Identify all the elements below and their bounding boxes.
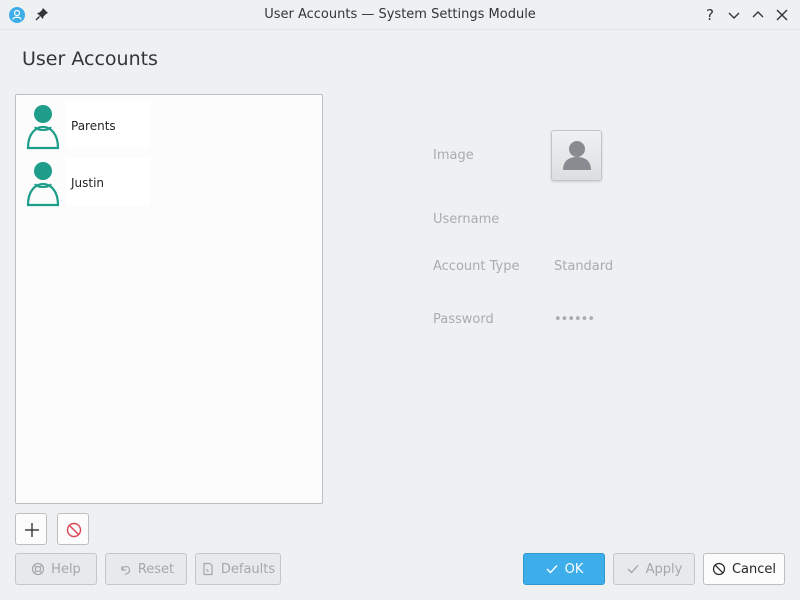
user-avatar-icon bbox=[26, 105, 60, 150]
defaults-button[interactable]: Defaults bbox=[195, 553, 281, 585]
help-button[interactable]: Help bbox=[15, 553, 97, 585]
checkmark-icon bbox=[627, 565, 639, 574]
reset-button-label: Reset bbox=[137, 561, 175, 577]
maximize-button[interactable] bbox=[748, 5, 768, 25]
username-label: Username bbox=[433, 212, 500, 227]
ok-button-label: OK bbox=[564, 561, 584, 577]
password-value[interactable]: •••••• bbox=[554, 312, 595, 327]
minimize-button[interactable] bbox=[724, 5, 744, 25]
user-avatar-icon bbox=[26, 162, 60, 207]
cancel-icon bbox=[712, 562, 726, 576]
window-title: User Accounts — System Settings Module bbox=[264, 7, 536, 22]
document-revert-icon bbox=[203, 562, 213, 576]
undo-icon bbox=[121, 565, 130, 575]
user-item-justin[interactable]: Justin bbox=[26, 158, 156, 208]
ok-button[interactable]: OK bbox=[523, 553, 605, 585]
account-type-label: Account Type bbox=[433, 259, 520, 274]
close-icon bbox=[776, 9, 788, 21]
page-title: User Accounts bbox=[22, 48, 158, 70]
change-image-button[interactable] bbox=[551, 130, 602, 181]
remove-user-button[interactable] bbox=[57, 513, 89, 545]
help-button-label: Help bbox=[51, 561, 81, 577]
cancel-button-label: Cancel bbox=[731, 561, 777, 577]
lifebuoy-icon bbox=[32, 562, 45, 576]
checkmark-icon bbox=[546, 565, 558, 574]
defaults-button-label: Defaults bbox=[220, 561, 276, 577]
title-bar: User Accounts — System Settings Module ? bbox=[0, 0, 800, 30]
image-label: Image bbox=[433, 148, 474, 163]
chevron-up-icon bbox=[752, 11, 764, 18]
account-type-value[interactable]: Standard bbox=[554, 259, 613, 274]
help-icon[interactable]: ? bbox=[700, 5, 720, 25]
apply-button-label: Apply bbox=[645, 561, 683, 577]
chevron-down-icon bbox=[728, 12, 740, 19]
cancel-button[interactable]: Cancel bbox=[703, 553, 785, 585]
user-item-parents[interactable]: Parents bbox=[26, 101, 156, 151]
password-label: Password bbox=[433, 312, 494, 327]
user-name: Justin bbox=[71, 176, 105, 190]
apply-button[interactable]: Apply bbox=[613, 553, 695, 585]
add-user-button[interactable] bbox=[15, 513, 47, 545]
close-button[interactable] bbox=[772, 5, 792, 25]
user-silhouette-icon bbox=[563, 141, 591, 170]
user-name: Parents bbox=[71, 119, 116, 133]
plus-icon bbox=[25, 523, 39, 537]
reset-button[interactable]: Reset bbox=[105, 553, 187, 585]
user-list[interactable]: Parents Justin bbox=[15, 94, 323, 504]
remove-icon bbox=[66, 522, 82, 538]
